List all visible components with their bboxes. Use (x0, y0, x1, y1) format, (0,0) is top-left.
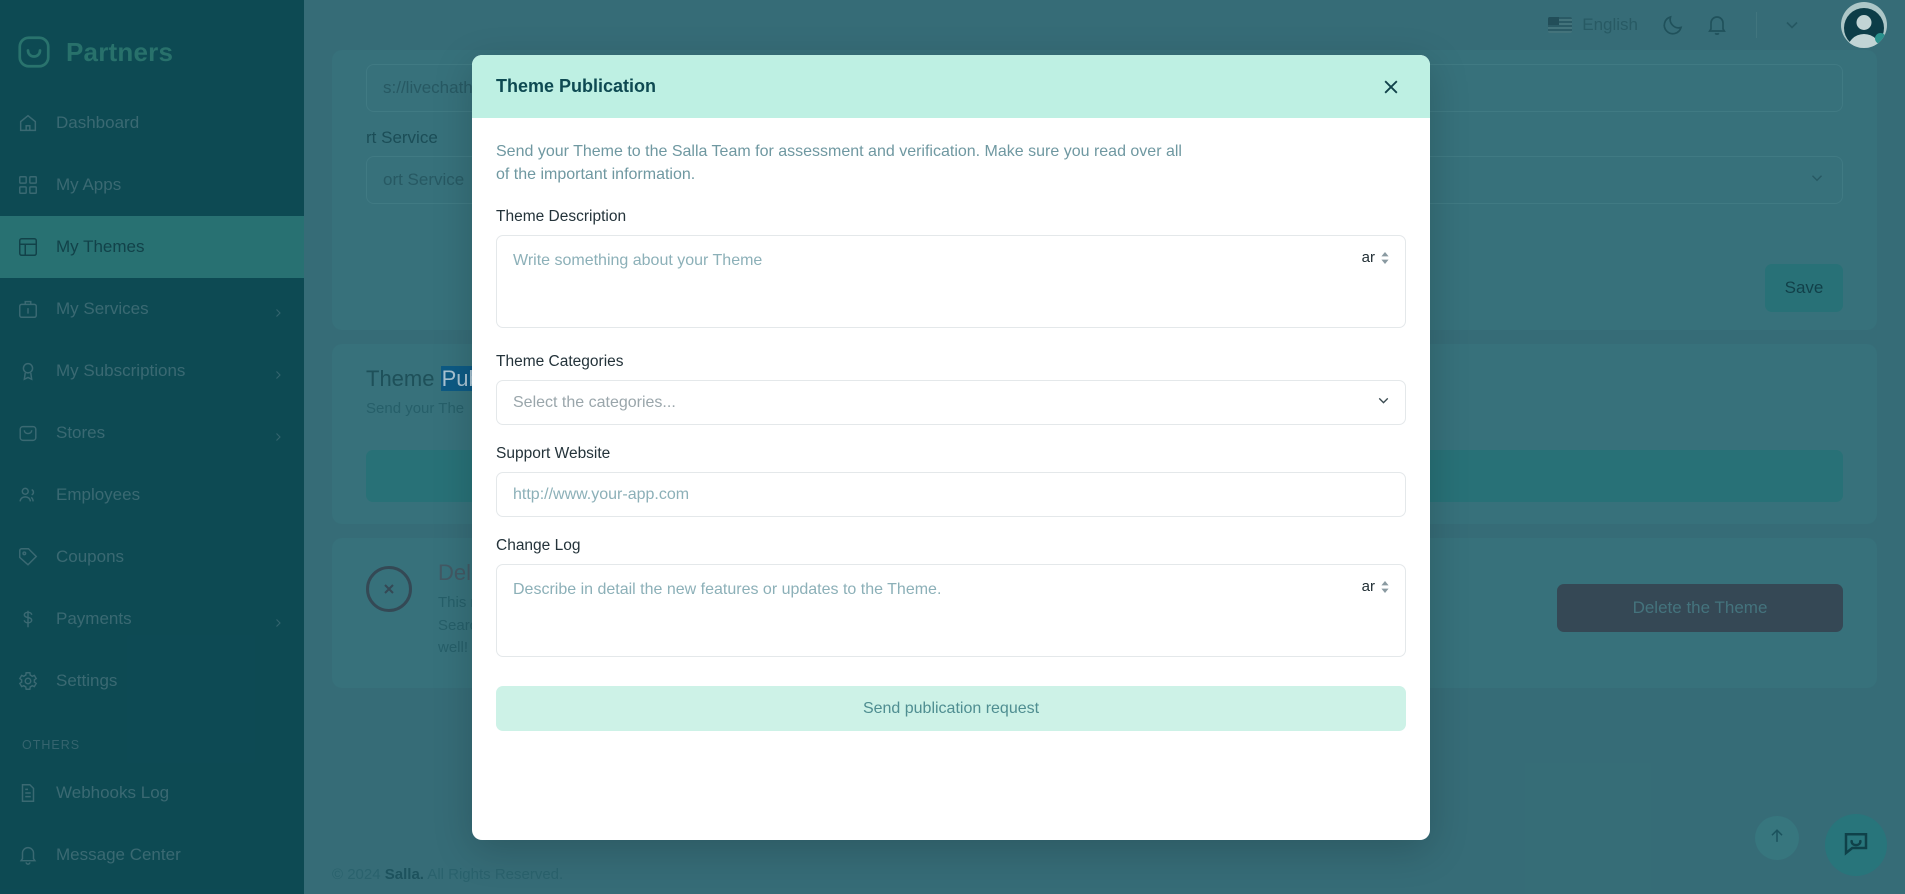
sort-updown-icon (1380, 251, 1390, 264)
modal-intro-text: Send your Theme to the Salla Team for as… (496, 143, 1182, 184)
change-log-label: Change Log (496, 537, 581, 555)
modal-body: Send your Theme to the Salla Team for as… (472, 118, 1430, 840)
modal-title: Theme Publication (496, 76, 657, 96)
sort-updown-icon (1380, 580, 1390, 593)
change-log-field: Change Log ar (496, 537, 1406, 662)
close-icon[interactable] (1376, 72, 1406, 102)
theme-categories-field: Theme Categories Select the categories..… (496, 353, 1406, 426)
theme-description-field: Theme Description ar (496, 208, 1406, 333)
send-publication-request-button[interactable]: Send publication request (496, 686, 1406, 732)
app-root: Partners Dashboard My Apps My Themes My … (0, 0, 1905, 894)
theme-categories-label: Theme Categories (496, 353, 624, 371)
change-log-input[interactable] (496, 564, 1406, 658)
lang-code: ar (1361, 578, 1375, 596)
chevron-down-icon (1375, 392, 1392, 414)
theme-categories-select[interactable]: Select the categories... (496, 380, 1406, 426)
change-log-lang-selector[interactable]: ar (1362, 578, 1390, 595)
theme-publication-modal: Theme Publication Send your Theme to the… (472, 55, 1430, 840)
support-website-label: Support Website (496, 445, 611, 463)
lang-code: ar (1361, 249, 1375, 267)
theme-description-label: Theme Description (496, 208, 627, 226)
support-website-input[interactable] (496, 472, 1406, 518)
theme-categories-placeholder: Select the categories... (513, 393, 676, 411)
support-website-field: Support Website (496, 445, 1406, 518)
modal-header: Theme Publication (472, 55, 1430, 118)
theme-description-input[interactable] (496, 235, 1406, 329)
theme-description-lang-selector[interactable]: ar (1362, 249, 1390, 266)
